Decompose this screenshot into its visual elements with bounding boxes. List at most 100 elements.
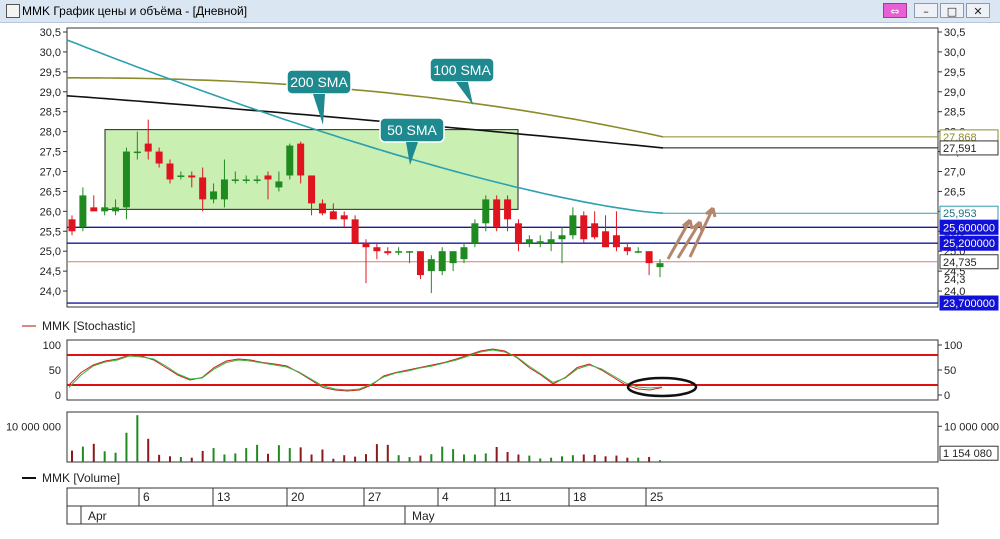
stoch-tick-label: 100 — [43, 340, 61, 352]
date-tick-label: 13 — [217, 490, 231, 504]
candle-down — [645, 251, 653, 264]
candle-up — [210, 191, 218, 200]
candle-down — [329, 211, 337, 220]
volume-plot-frame — [66, 411, 939, 463]
volume-last-label: 1 154 080 — [943, 448, 992, 460]
candle-down — [155, 151, 163, 164]
candle-up — [471, 223, 479, 244]
minimize-button[interactable]: – — [914, 3, 938, 18]
candle-down — [318, 203, 326, 214]
candle-up — [133, 151, 141, 154]
candle-down — [384, 251, 392, 254]
candle-down — [373, 247, 381, 252]
candle-down — [297, 143, 305, 176]
price-tick-label: 28,5 — [40, 107, 61, 119]
price-panel: 30,5 30,5 30,0 30,0 29,5 29,5 29,0 29,0 28,5 28,5… — [40, 27, 999, 311]
right-value-label: 25,953 — [943, 208, 977, 220]
price-tick-label: 29,0 — [40, 87, 61, 99]
candle-up — [220, 179, 228, 200]
stoch-tick-label: 0 — [55, 390, 61, 402]
date-tick-label: 27 — [368, 490, 382, 504]
callout-50-sma-label: 50 SMA — [387, 122, 437, 138]
candle-up — [275, 181, 283, 188]
date-tick-label: 18 — [573, 490, 587, 504]
stochastic-plot-frame — [66, 339, 939, 401]
price-tick-label-right: 30,0 — [944, 47, 965, 59]
app-icon — [6, 4, 20, 18]
price-tick-label: 25,5 — [40, 226, 61, 238]
close-button[interactable]: ✕ — [966, 3, 990, 18]
title-bar: MMK График цены и объёма - [Дневной] ⇔ –… — [0, 0, 1000, 23]
candle-up — [656, 263, 664, 268]
candle-down — [199, 177, 207, 200]
candle-up — [525, 239, 533, 244]
stoch-tick-label: 50 — [49, 365, 61, 377]
candle-down — [166, 163, 174, 180]
date-tick-label: 25 — [650, 490, 664, 504]
price-tick-label: 28,0 — [40, 127, 61, 139]
candle-up — [427, 259, 435, 272]
right-value-label: 25,200000 — [943, 238, 995, 250]
candle-down — [351, 219, 359, 244]
month-label: Apr — [88, 509, 107, 523]
candle-up — [569, 215, 577, 236]
link-button[interactable]: ⇔ — [883, 3, 907, 18]
candle-up — [242, 179, 250, 181]
price-tick-label: 26,0 — [40, 206, 61, 218]
candle-up — [112, 207, 120, 212]
candle-down — [144, 143, 152, 152]
candle-up — [634, 251, 642, 253]
price-tick-label: 26,5 — [40, 186, 61, 198]
candle-down — [612, 235, 620, 248]
price-tick-label-right: 28,5 — [944, 107, 965, 119]
candle-down — [188, 175, 196, 178]
candle-up — [438, 251, 446, 272]
price-tick-label-right: 27,0 — [944, 166, 965, 178]
candle-down — [514, 223, 522, 244]
candle-down — [90, 207, 98, 212]
candle-up — [231, 179, 239, 181]
candle-up — [406, 251, 414, 253]
right-value-label: 25,600000 — [943, 222, 995, 234]
price-tick-label: 25,0 — [40, 246, 61, 258]
candle-down — [602, 231, 610, 248]
price-tick-label-right: 26,5 — [944, 186, 965, 198]
right-value-label: 23,700000 — [943, 298, 995, 310]
stoch-tick-label-right: 0 — [944, 390, 950, 402]
price-tick-label-right: 29,5 — [944, 67, 965, 79]
date-tick-label: 6 — [143, 490, 150, 504]
date-tick-label: 4 — [442, 490, 449, 504]
candle-up — [253, 179, 261, 181]
candle-up — [177, 175, 185, 177]
stochastic-legend: MMK [Stochastic] — [42, 319, 135, 333]
candle-down — [308, 175, 316, 204]
price-tick-label-right: 30,5 — [944, 27, 965, 39]
candle-down — [591, 223, 599, 238]
price-tick-label: 29,5 — [40, 67, 61, 79]
candle-up — [547, 239, 555, 244]
volume-legend: MMK [Volume] — [42, 471, 120, 485]
candle-down — [504, 199, 512, 220]
month-label: May — [412, 509, 435, 523]
callout-200-sma-label: 200 SMA — [290, 74, 348, 90]
date-tick-label: 11 — [499, 490, 512, 504]
candle-down — [68, 219, 76, 232]
candle-up — [286, 145, 294, 176]
volume-tick-label-right: 10 000 000 — [944, 421, 999, 433]
candle-down — [362, 243, 370, 248]
date-tick-label: 20 — [291, 490, 305, 504]
candle-up — [536, 241, 544, 244]
candle-down — [493, 199, 501, 228]
candle-up — [460, 247, 468, 260]
price-tick-label: 27,5 — [40, 147, 61, 159]
window-title: MMK График цены и объёма - [Дневной] — [22, 4, 248, 18]
volume-tick-label: 10 000 000 — [6, 421, 61, 433]
candle-down — [340, 215, 348, 220]
maximize-button[interactable]: □ — [940, 3, 964, 18]
chart-area[interactable]: 30,5 30,5 30,0 30,0 29,5 29,5 29,0 29,0 28,5 28,5… — [0, 22, 1000, 539]
price-tick-label: 30,5 — [40, 27, 61, 39]
candle-up — [101, 207, 109, 212]
stochastic-panel: MMK [Stochastic] 100 100 50 50 0 0 — [22, 319, 962, 402]
candle-down — [416, 251, 424, 276]
candle-up — [558, 235, 566, 240]
